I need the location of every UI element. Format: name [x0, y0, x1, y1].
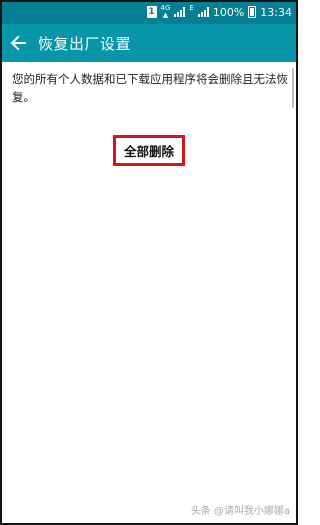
page-title: 恢复出厂设置 — [38, 35, 132, 53]
status-icons: 1 4G ▲ E 100% 13:34 — [146, 4, 292, 20]
watermark: 头条 @请叫我小娜娜a — [191, 502, 290, 517]
signal-bars-icon — [174, 7, 186, 17]
back-button[interactable] — [6, 31, 30, 55]
signal-bars-2-icon — [197, 7, 209, 17]
arrow-left-icon — [10, 35, 26, 51]
network-indicator: 4G ▲ — [161, 5, 171, 19]
reset-description: 您的所有个人数据和已下载应用程序将会删除且无法恢复。 — [12, 72, 288, 104]
sim-card-icon: 1 — [146, 6, 157, 18]
network-type: E — [189, 4, 194, 12]
battery-percent: 100% — [212, 5, 245, 19]
clock: 13:34 — [260, 5, 292, 19]
scrollbar[interactable] — [292, 68, 294, 108]
battery-icon — [248, 6, 257, 18]
app-bar: 恢复出厂设置 — [0, 24, 298, 62]
status-bar: 1 4G ▲ E 100% 13:34 — [0, 0, 298, 24]
signal-icon: ▲ — [162, 11, 169, 19]
delete-all-button[interactable]: 全部删除 — [113, 135, 185, 166]
sim-label: 1 — [148, 7, 155, 17]
watermark-text: 头条 @请叫我小娜娜a — [190, 506, 290, 517]
